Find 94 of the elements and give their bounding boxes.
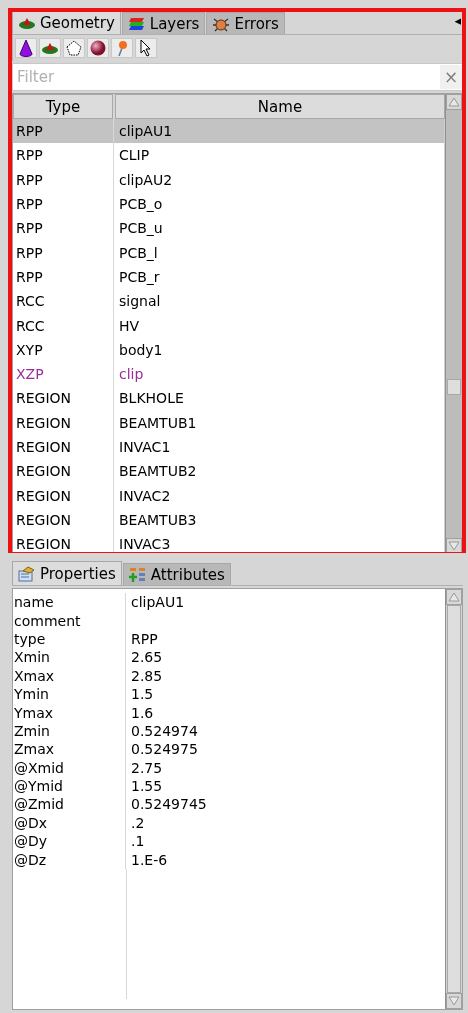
type-cell: XYP [13, 337, 114, 362]
property-name: Xmin [13, 648, 126, 667]
property-value: 0.5249745 [130, 796, 208, 813]
scroll-thumb[interactable] [447, 379, 461, 395]
property-value: 0.524975 [130, 741, 199, 758]
type-cell: REGION [13, 386, 114, 411]
name-cell-text: BLKHOLE [118, 389, 185, 409]
property-name: @Xmid [13, 758, 126, 777]
type-cell: RCC [13, 313, 114, 338]
name-cell-text: body1 [118, 340, 164, 360]
property-value: clipAU1 [130, 594, 186, 611]
property-value: 2.75 [130, 759, 164, 776]
scroll-up-button[interactable] [446, 589, 462, 605]
property-value: 1.E-6 [130, 851, 169, 868]
scroll-up-button[interactable] [446, 94, 462, 110]
scrollbar[interactable] [445, 589, 462, 1009]
type-cell: RPP [13, 143, 114, 168]
polygon-tool-button[interactable] [63, 38, 85, 58]
scroll-thumb[interactable] [447, 605, 461, 993]
table-icon [128, 566, 147, 583]
name-cell-text: clipAU1 [118, 122, 174, 142]
property-name: @Zmid [13, 795, 126, 814]
type-cell: RPP [13, 119, 114, 144]
filter-field[interactable]: Filter × [12, 63, 463, 91]
property-name: @Ymid [13, 776, 126, 796]
cone-tool-button[interactable] [15, 38, 37, 58]
type-cell: XZP [13, 361, 114, 387]
type-cell: RPP [13, 216, 114, 241]
properties-icon [18, 565, 36, 582]
property-name: Ymax [13, 703, 126, 722]
property-value: 0.524974 [130, 722, 199, 739]
property-name: Zmin [13, 721, 126, 741]
tab[interactable]: Geometry [12, 10, 121, 34]
type-cell: RPP [13, 264, 114, 290]
tab[interactable]: Properties [12, 561, 122, 585]
property-value: 1.5 [130, 686, 155, 703]
property-value: 2.85 [130, 667, 164, 684]
property-name: @Dx [13, 813, 126, 833]
cone-icon [17, 39, 35, 57]
name-cell-text: PCB_u [118, 219, 164, 239]
name-cell-text: PCB_l [118, 243, 159, 263]
tab[interactable]: Attributes [122, 563, 231, 585]
type-cell: RPP [13, 167, 114, 192]
geometry-icon [41, 41, 59, 55]
geometry-tool-button[interactable] [39, 38, 61, 58]
scroll-down-button[interactable] [446, 993, 462, 1009]
sphere-tool-button[interactable] [87, 38, 109, 58]
type-cell: REGION [13, 483, 114, 508]
property-name: @Dy [13, 832, 126, 851]
layers-icon [127, 15, 146, 32]
polygon-icon [65, 39, 83, 57]
type-cell: REGION [13, 434, 114, 460]
property-value: 1.6 [130, 704, 155, 721]
name-cell-text: BEAMTUB3 [118, 510, 198, 530]
tab[interactable]: Errors [206, 12, 285, 34]
name-cell-text: INVAC1 [118, 438, 172, 457]
property-value: .1 [130, 833, 146, 850]
name-cell-text: PCB_r [118, 267, 161, 287]
tab[interactable]: Layers [121, 12, 206, 34]
property-name: type [13, 629, 126, 649]
name-cell-text: signal [118, 292, 162, 312]
name-cell-text: clip [118, 365, 145, 385]
property-name: Zmax [13, 740, 126, 759]
property-name: Xmax [13, 666, 126, 685]
property-name: name [13, 593, 126, 612]
table-row[interactable]: RPP clipAU1 [13, 119, 445, 144]
name-cell-text: BEAMTUB1 [118, 413, 198, 433]
type-cell: REGION [13, 507, 114, 533]
name-cell-text: BEAMTUB2 [118, 462, 198, 482]
property-name: Ymin [13, 684, 126, 704]
cursor-tool-button[interactable] [135, 38, 157, 58]
type-cell: REGION [13, 459, 114, 484]
sphere-icon [89, 39, 107, 57]
scrollbar[interactable] [445, 94, 462, 553]
column-header[interactable]: Type [13, 94, 113, 119]
collapse-button[interactable]: ◂ [452, 13, 463, 34]
property-value: RPP [130, 630, 159, 647]
type-cell: RCC [13, 289, 114, 314]
name-cell-text: clipAU2 [118, 170, 174, 190]
type-cell: REGION [13, 410, 114, 435]
name-cell-text: INVAC2 [118, 486, 172, 506]
type-cell: RPP [13, 191, 114, 217]
name-cell-text: INVAC3 [118, 535, 172, 553]
clear-button[interactable]: × [440, 65, 462, 89]
column-header[interactable]: Name [115, 94, 445, 119]
type-cell: RPP [13, 240, 114, 265]
property-value: .2 [130, 814, 146, 831]
name-cell-text: PCB_o [118, 195, 164, 215]
property-name: @Dz [13, 850, 126, 869]
property-value: 2.65 [130, 649, 164, 666]
name-cell-text: HV [118, 316, 141, 336]
property-value: 1.55 [130, 778, 164, 795]
property-name: comment [13, 611, 126, 630]
name-cell-text: CLIP [118, 146, 151, 166]
